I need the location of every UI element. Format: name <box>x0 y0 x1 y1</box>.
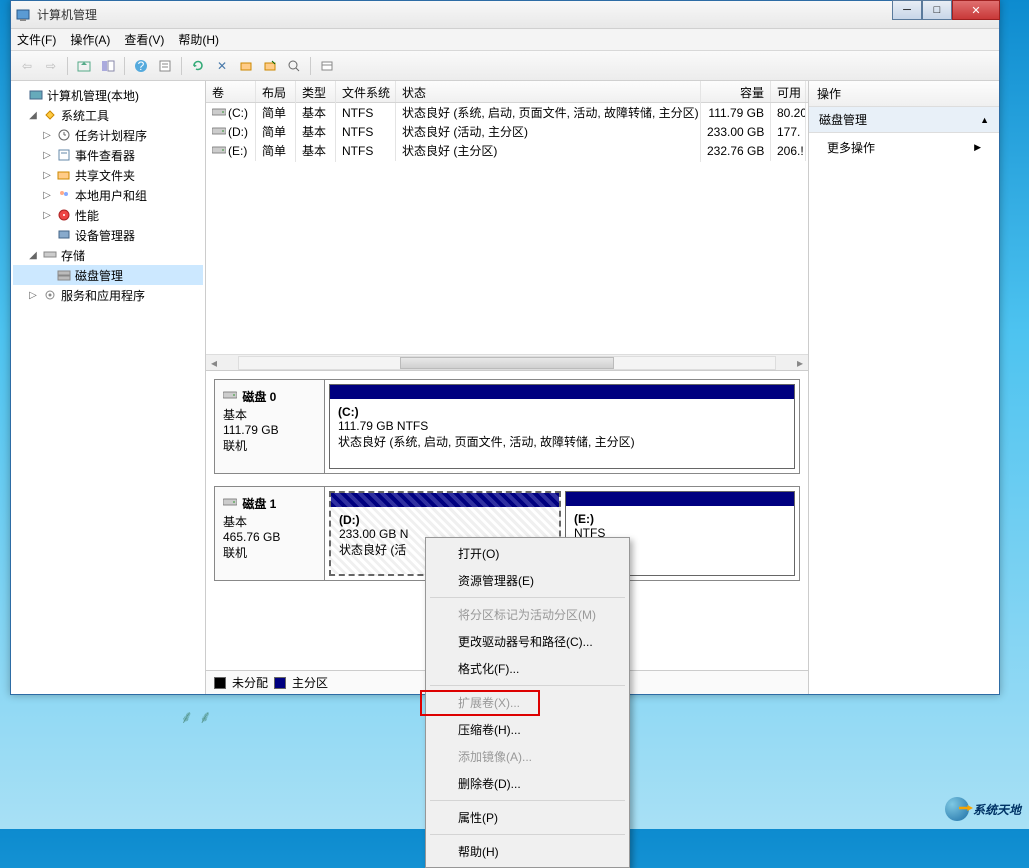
properties-button[interactable] <box>155 56 175 76</box>
menu-separator <box>430 800 625 801</box>
svg-text:?: ? <box>138 59 145 73</box>
tree-performance[interactable]: ▷性能 <box>13 205 203 225</box>
watermark: 系统天地 <box>945 797 1021 821</box>
icon-2[interactable] <box>260 56 280 76</box>
maximize-button[interactable]: □ <box>922 0 952 20</box>
chevron-right-icon: ▶ <box>974 142 981 153</box>
toolbar: ⇦ ⇨ ? ✕ <box>11 51 999 81</box>
menu-mark-active: 将分区标记为活动分区(M) <box>428 601 627 628</box>
legend-swatch-primary <box>274 677 286 689</box>
table-row[interactable]: (E:)简单基本NTFS状态良好 (主分区)232.76 GB206.! <box>206 141 808 160</box>
up-button[interactable] <box>74 56 94 76</box>
menubar: 文件(F) 操作(A) 查看(V) 帮助(H) <box>11 29 999 51</box>
minimize-button[interactable]: ─ <box>892 0 922 20</box>
actions-header: 操作 <box>809 81 999 107</box>
menu-explorer[interactable]: 资源管理器(E) <box>428 567 627 594</box>
tree-device-manager[interactable]: 设备管理器 <box>13 225 203 245</box>
disk-row: 磁盘 0基本111.79 GB联机(C:)111.79 GB NTFS状态良好 … <box>214 379 800 474</box>
col-status[interactable]: 状态 <box>396 81 701 102</box>
volume-list: 卷 布局 类型 文件系统 状态 容量 可用 (C:)简单基本NTFS状态良好 (… <box>206 81 808 371</box>
menu-change-drive-letter[interactable]: 更改驱动器号和路径(C)... <box>428 628 627 655</box>
menu-file[interactable]: 文件(F) <box>17 31 56 48</box>
tree-root[interactable]: 计算机管理(本地) <box>13 85 203 105</box>
legend-unallocated: 未分配 <box>232 674 268 691</box>
tree-local-users[interactable]: ▷本地用户和组 <box>13 185 203 205</box>
table-header[interactable]: 卷 布局 类型 文件系统 状态 容量 可用 <box>206 81 808 103</box>
horizontal-scrollbar[interactable]: ◂ ▸ <box>206 354 808 370</box>
menu-help[interactable]: 帮助(H) <box>178 31 219 48</box>
tree-storage[interactable]: ◢存储 <box>13 245 203 265</box>
legend-swatch-unallocated <box>214 677 226 689</box>
menu-separator <box>430 685 625 686</box>
menu-format[interactable]: 格式化(F)... <box>428 655 627 682</box>
col-available[interactable]: 可用 <box>771 81 806 102</box>
menu-open[interactable]: 打开(O) <box>428 540 627 567</box>
menu-delete-volume[interactable]: 删除卷(D)... <box>428 770 627 797</box>
app-icon <box>15 7 31 23</box>
separator <box>181 57 182 75</box>
col-capacity[interactable]: 容量 <box>701 81 771 102</box>
col-fs[interactable]: 文件系统 <box>336 81 396 102</box>
titlebar[interactable]: 计算机管理 ─ □ ✕ <box>11 1 999 29</box>
col-layout[interactable]: 布局 <box>256 81 296 102</box>
tree-system-tools[interactable]: ◢系统工具 <box>13 105 203 125</box>
menu-help[interactable]: 帮助(H) <box>428 838 627 865</box>
menu-properties[interactable]: 属性(P) <box>428 804 627 831</box>
action-group-disk-management[interactable]: 磁盘管理 ▲ <box>809 107 999 133</box>
disk-info[interactable]: 磁盘 1基本465.76 GB联机 <box>215 487 325 580</box>
show-hide-tree-button[interactable] <box>98 56 118 76</box>
separator <box>310 57 311 75</box>
refresh-button[interactable] <box>188 56 208 76</box>
context-menu: 打开(O) 资源管理器(E) 将分区标记为活动分区(M) 更改驱动器号和路径(C… <box>425 537 630 868</box>
menu-add-mirror: 添加镜像(A)... <box>428 743 627 770</box>
tree-shared-folders[interactable]: ▷共享文件夹 <box>13 165 203 185</box>
delete-icon[interactable]: ✕ <box>212 56 232 76</box>
menu-shrink-volume[interactable]: 压缩卷(H)... <box>428 716 627 743</box>
window-title: 计算机管理 <box>37 6 995 23</box>
help-button[interactable]: ? <box>131 56 151 76</box>
menu-view[interactable]: 查看(V) <box>124 31 164 48</box>
globe-icon <box>945 797 969 821</box>
icon-1[interactable] <box>236 56 256 76</box>
list-icon[interactable] <box>317 56 337 76</box>
tree-event-viewer[interactable]: ▷事件查看器 <box>13 145 203 165</box>
menu-action[interactable]: 操作(A) <box>70 31 110 48</box>
col-volume[interactable]: 卷 <box>206 81 256 102</box>
decoration-grass: ⸙ ⸙ <box>180 705 212 729</box>
close-button[interactable]: ✕ <box>952 0 1000 20</box>
search-icon[interactable] <box>284 56 304 76</box>
scrollbar-thumb[interactable] <box>400 357 614 369</box>
col-type[interactable]: 类型 <box>296 81 336 102</box>
navigation-tree[interactable]: 计算机管理(本地) ◢系统工具 ▷任务计划程序 ▷事件查看器 ▷共享文件夹 ▷本… <box>11 81 206 694</box>
tree-services-apps[interactable]: ▷服务和应用程序 <box>13 285 203 305</box>
menu-separator <box>430 834 625 835</box>
action-more[interactable]: 更多操作 ▶ <box>809 133 999 162</box>
forward-button[interactable]: ⇨ <box>41 56 61 76</box>
separator <box>124 57 125 75</box>
menu-extend-volume: 扩展卷(X)... <box>428 689 627 716</box>
tree-disk-management[interactable]: 磁盘管理 <box>13 265 203 285</box>
back-button[interactable]: ⇦ <box>17 56 37 76</box>
disk-partition[interactable]: (C:)111.79 GB NTFS状态良好 (系统, 启动, 页面文件, 活动… <box>329 384 795 469</box>
menu-separator <box>430 597 625 598</box>
actions-pane: 操作 磁盘管理 ▲ 更多操作 ▶ <box>809 81 999 694</box>
tree-task-scheduler[interactable]: ▷任务计划程序 <box>13 125 203 145</box>
disk-info[interactable]: 磁盘 0基本111.79 GB联机 <box>215 380 325 473</box>
separator <box>67 57 68 75</box>
collapse-icon[interactable]: ▲ <box>980 115 989 125</box>
legend-primary: 主分区 <box>292 674 328 691</box>
